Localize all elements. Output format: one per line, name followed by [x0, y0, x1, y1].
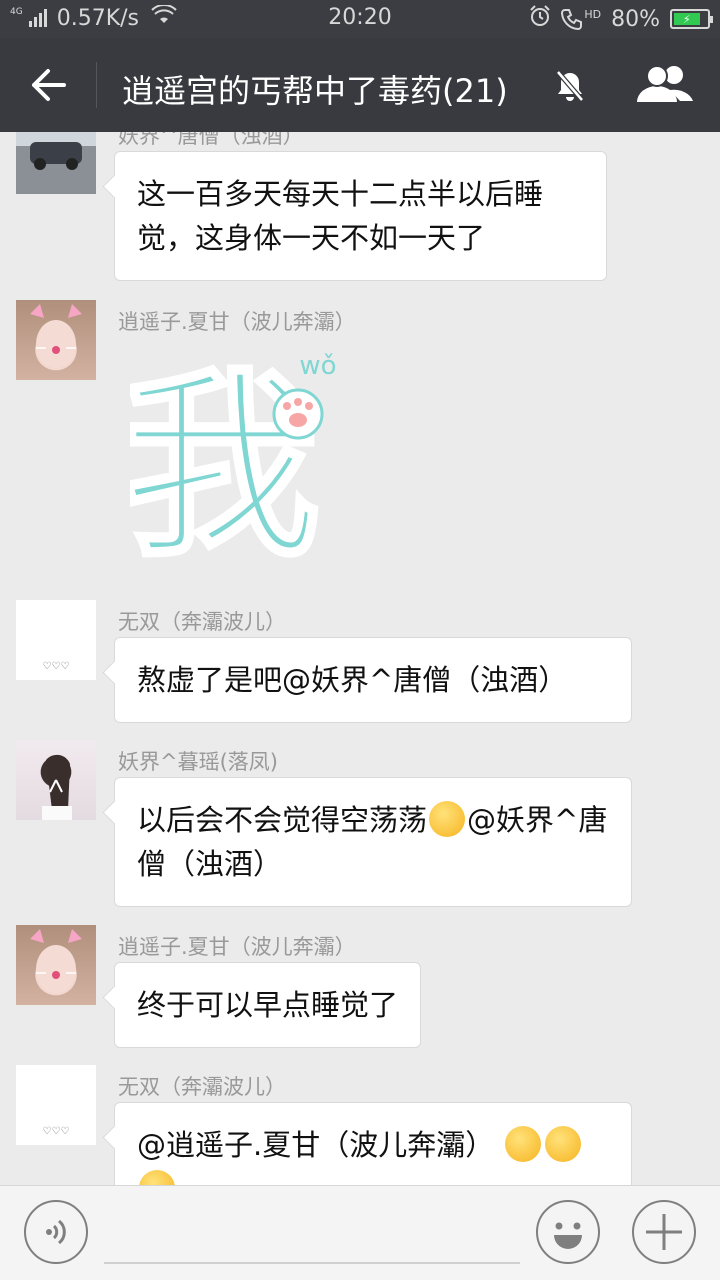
avatar[interactable] — [16, 132, 96, 194]
sender-name: 无双（奔灞波儿） — [118, 610, 286, 634]
paw-icon — [272, 388, 324, 440]
chat-title: 逍遥宫的丐帮中了毒药(21) — [122, 72, 508, 110]
smirk-emoji-icon — [429, 801, 466, 837]
message-bubble[interactable]: @逍遥子.夏甘（波儿奔灞） — [114, 1102, 632, 1185]
sender-name: 妖界^唐僧（浊酒） — [118, 132, 304, 148]
sender-name: 逍遥子.夏甘（波儿奔灞） — [118, 935, 356, 959]
message-list[interactable]: 妖界^唐僧（浊酒） 这一百多天每天十二点半以后睡觉，这身体一天不如一天了 逍遥子… — [0, 132, 720, 1185]
hd-label: HD — [584, 8, 602, 21]
smiley-icon — [554, 1222, 582, 1249]
avatar-hearts: ♡♡♡ — [42, 661, 70, 672]
input-bar — [0, 1185, 720, 1280]
sticker-image[interactable]: 我 wǒ — [118, 340, 350, 586]
sender-name: 逍遥子.夏甘（波儿奔灞） — [118, 310, 356, 334]
status-bar: 4G 0.57K/s 20:20 HD 80% ⚡ — [0, 0, 720, 38]
group-members-button[interactable] — [632, 60, 698, 110]
avatar[interactable] — [16, 925, 96, 1005]
sender-name: 妖界^暮瑶(落凤) — [118, 750, 278, 774]
arrow-left-icon — [32, 69, 66, 101]
voice-icon — [46, 1219, 66, 1245]
message-text: 以后会不会觉得空荡荡 — [137, 803, 428, 837]
battery-percent: 80% — [611, 6, 660, 32]
back-button[interactable] — [20, 60, 76, 110]
sticker-character: 我 — [130, 351, 320, 560]
message-bubble[interactable]: 这一百多天每天十二点半以后睡觉，这身体一天不如一天了 — [114, 151, 607, 281]
alarm-icon — [529, 5, 551, 33]
battery-icon: ⚡ — [670, 9, 713, 29]
chat-header: 逍遥宫的丐帮中了毒药(21) — [0, 38, 720, 132]
avatar[interactable]: ♡♡♡ — [16, 600, 96, 680]
message-input[interactable] — [104, 1262, 520, 1264]
message-bubble[interactable]: 熬虚了是吧@妖界^唐僧（浊酒） — [114, 637, 632, 723]
message-bubble[interactable]: 以后会不会觉得空荡荡 @妖界^唐僧（浊酒） — [114, 777, 632, 907]
avatar[interactable] — [16, 740, 96, 820]
header-divider — [96, 62, 97, 108]
avatar[interactable] — [16, 300, 96, 380]
message-text: @逍遥子.夏甘（波儿奔灞） — [137, 1128, 495, 1162]
voice-button[interactable] — [24, 1200, 88, 1264]
more-button[interactable] — [632, 1200, 696, 1264]
sender-name: 无双（奔灞波儿） — [118, 1075, 286, 1099]
crying-laughing-emoji-icon — [139, 1170, 175, 1185]
emoji-button[interactable] — [536, 1200, 600, 1264]
call-hd-icon: HD — [561, 8, 601, 30]
avatar[interactable]: ♡♡♡ — [16, 1065, 96, 1145]
status-right: HD 80% ⚡ — [529, 5, 713, 33]
message-bubble[interactable]: 终于可以早点睡觉了 — [114, 962, 422, 1048]
avatar-hearts: ♡♡♡ — [42, 1126, 70, 1137]
crying-laughing-emoji-icon — [545, 1126, 582, 1162]
crying-laughing-emoji-icon — [505, 1126, 542, 1162]
battery-level: ⚡ — [674, 13, 700, 26]
plus-icon — [646, 1214, 682, 1250]
group-members-icon — [637, 65, 693, 102]
bell-off-icon — [550, 66, 590, 106]
sticker-pinyin: wǒ — [299, 351, 336, 381]
